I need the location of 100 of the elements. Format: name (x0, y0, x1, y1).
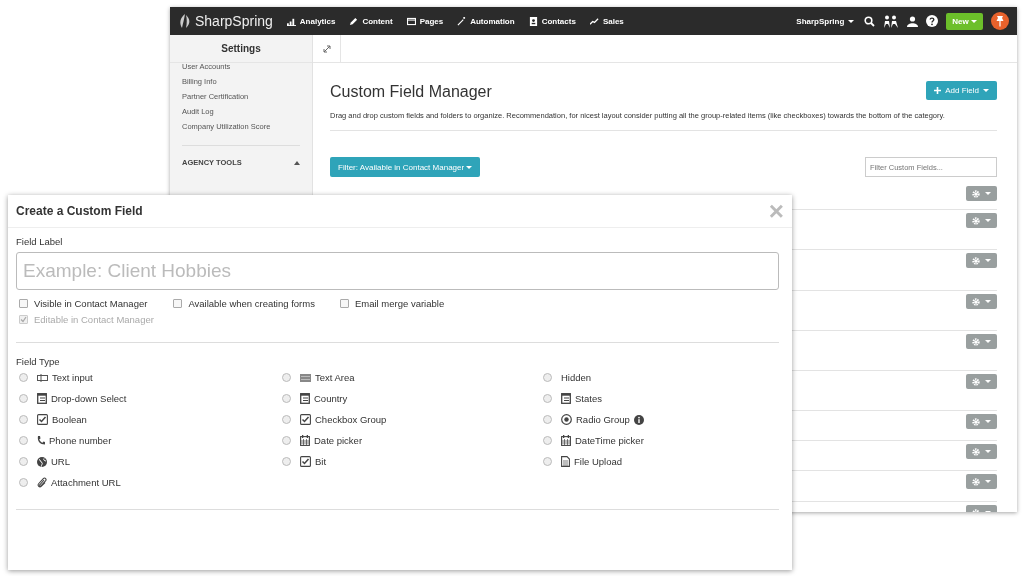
calendar-icon (561, 435, 571, 446)
list-icon (37, 393, 47, 404)
contact-card-icon (528, 16, 538, 26)
line-chart-icon (589, 16, 599, 26)
nav-link[interactable]: Contacts (528, 16, 576, 26)
globe-icon (37, 456, 47, 467)
gear-icon (972, 377, 980, 386)
help-icon[interactable] (926, 15, 939, 27)
gear-icon (972, 477, 980, 486)
expand-arrows-icon (322, 44, 331, 53)
option-label: Text input (52, 372, 93, 383)
option-label: Country (314, 393, 348, 404)
dialog-title: Create a Custom Field (16, 204, 143, 218)
file-icon (561, 456, 570, 467)
wand-icon (457, 16, 467, 26)
checkbox-label: Available when creating forms (188, 298, 315, 309)
option-label: Attachment URL (51, 477, 121, 488)
radio-button[interactable] (19, 457, 28, 466)
radio-button[interactable] (19, 394, 28, 403)
checkbox-icon (300, 456, 311, 467)
checkbox[interactable] (339, 299, 349, 308)
radio-button[interactable] (19, 415, 28, 424)
checkbox[interactable] (19, 299, 28, 308)
gear-icon (972, 337, 980, 346)
info-icon[interactable] (633, 414, 644, 425)
option-label: Hidden (561, 372, 592, 383)
checkbox-label: Email merge variable (354, 298, 445, 309)
gear-icon (972, 216, 980, 225)
radio-button[interactable] (543, 394, 552, 403)
list-icon (561, 393, 571, 404)
option-label: Checkbox Group (315, 414, 387, 425)
settings-dropdown[interactable] (966, 186, 997, 201)
window-icon (406, 16, 416, 26)
user-icon[interactable] (907, 15, 919, 27)
nav-link[interactable]: Pages (406, 16, 444, 26)
nav-link[interactable]: Content (349, 16, 393, 26)
nav-link[interactable]: Analytics (286, 16, 336, 26)
radio-button[interactable] (282, 373, 291, 382)
radio-button[interactable] (543, 415, 552, 424)
text-area-icon (300, 373, 311, 382)
gear-icon (972, 256, 980, 265)
checkbox-icon (37, 414, 48, 425)
account-dropdown[interactable]: SharpSpring (796, 16, 855, 26)
radio-button[interactable] (19, 436, 28, 445)
checkbox-label: Editable in Contact Manager (34, 314, 154, 325)
settings-dropdown[interactable] (966, 253, 997, 268)
text-input-icon (37, 373, 48, 382)
pencil-icon (349, 16, 359, 26)
brand-logo[interactable]: SharpSpring (178, 13, 273, 29)
gear-icon (972, 447, 980, 456)
option-label: Date picker (314, 435, 363, 446)
pin-icon[interactable] (991, 12, 1009, 30)
option-label: DateTime picker (575, 435, 644, 446)
option-label: States (575, 393, 602, 404)
radio-button[interactable] (282, 394, 291, 403)
calendar-icon (300, 435, 310, 446)
nav-link[interactable]: Automation (457, 16, 515, 26)
figures-icon[interactable] (883, 14, 900, 28)
checkbox-icon (300, 414, 311, 425)
radio-button[interactable] (19, 478, 28, 487)
option-label: Drop-down Select (51, 393, 127, 404)
search-icon[interactable] (864, 15, 876, 27)
caret-icon[interactable] (294, 160, 300, 165)
field-label: Field Label (16, 236, 64, 247)
gear-icon (972, 297, 980, 306)
radio-button[interactable] (543, 457, 552, 466)
gear-icon (972, 417, 980, 426)
input-field[interactable]: Example: Client Hobbies (16, 252, 779, 290)
list-icon (300, 393, 310, 404)
settings-dropdown[interactable] (966, 444, 997, 459)
sidebar-title: Settings (170, 35, 312, 63)
radio-button[interactable] (282, 415, 291, 424)
radio-button[interactable] (282, 457, 291, 466)
option-label: Text Area (315, 372, 355, 383)
option-label: Radio Group (576, 414, 630, 425)
bar-chart-icon (286, 16, 296, 26)
plus-icon (934, 87, 942, 94)
paperclip-icon (37, 477, 47, 488)
option-label: Phone number (49, 435, 112, 446)
settings-dropdown[interactable] (966, 294, 997, 309)
settings-dropdown[interactable] (966, 474, 997, 489)
radio-button[interactable] (543, 436, 552, 445)
gear-icon (972, 189, 980, 198)
nav-link[interactable]: Sales (589, 16, 624, 26)
page-title: Custom Field Manager (330, 83, 492, 101)
radio-button[interactable] (282, 436, 291, 445)
option-label: File Upload (574, 456, 623, 467)
checkbox-label: Visible in Contact Manager (34, 298, 148, 309)
radio-icon (561, 414, 572, 425)
settings-dropdown[interactable] (966, 414, 997, 429)
option-label: Bit (315, 456, 327, 467)
radio-button[interactable] (19, 373, 28, 382)
settings-dropdown[interactable] (966, 334, 997, 349)
option-label: Boolean (52, 414, 87, 425)
settings-dropdown[interactable] (966, 213, 997, 228)
option-label: URL (51, 456, 70, 467)
radio-button[interactable] (543, 373, 552, 382)
section-label: Field Type (16, 356, 61, 367)
settings-dropdown[interactable] (966, 374, 997, 389)
checkbox[interactable] (173, 299, 183, 308)
